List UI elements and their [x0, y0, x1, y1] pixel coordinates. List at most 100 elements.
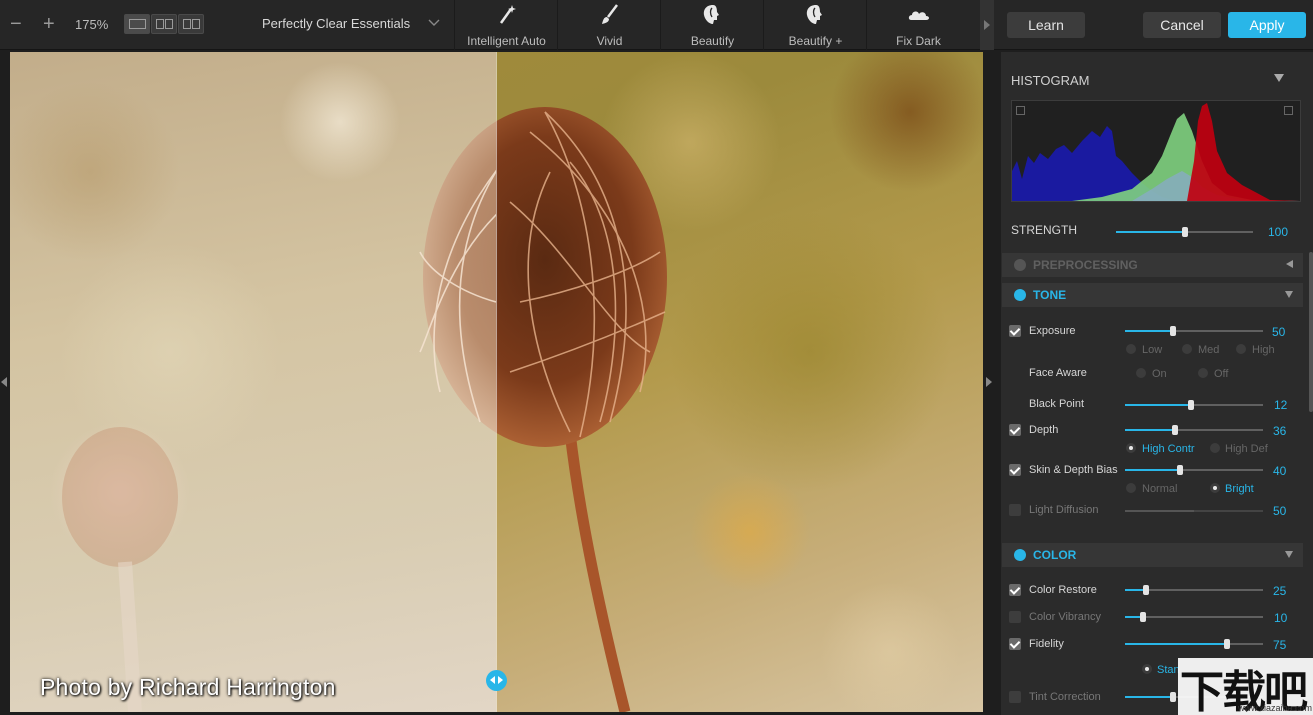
- section-toggle-icon[interactable]: [1014, 259, 1026, 271]
- black-point-slider[interactable]: [1125, 400, 1263, 410]
- face-profile-plus-icon: [806, 5, 822, 24]
- preset-label: Vivid: [596, 34, 623, 48]
- slider-knob[interactable]: [1177, 465, 1184, 475]
- depth-slider[interactable]: [1125, 425, 1263, 435]
- shadow-clipping-toggle[interactable]: [1016, 106, 1025, 115]
- fidelity-label: Fidelity: [1029, 638, 1064, 650]
- apply-button[interactable]: Apply: [1228, 12, 1306, 38]
- light-diffusion-value: 50: [1273, 504, 1287, 518]
- skin-depth-bias-checkbox[interactable]: [1009, 464, 1021, 476]
- color-restore-slider[interactable]: [1125, 585, 1263, 595]
- color-restore-label: Color Restore: [1029, 584, 1097, 596]
- face-aware-on-radio[interactable]: [1136, 368, 1146, 378]
- panel-scrollbar[interactable]: [1309, 252, 1313, 412]
- slider-knob[interactable]: [1170, 692, 1176, 702]
- slider-knob[interactable]: [1142, 585, 1149, 595]
- toolbar-collapse-button[interactable]: [980, 0, 994, 50]
- slider-knob[interactable]: [1139, 612, 1146, 622]
- depth-label: Depth: [1029, 424, 1059, 436]
- learn-button[interactable]: Learn: [1007, 12, 1085, 38]
- top-toolbar: − + 175% Perfectly Clear Essentials Inte…: [0, 0, 1313, 50]
- fidelity-checkbox[interactable]: [1009, 638, 1021, 650]
- exposure-slider[interactable]: [1125, 326, 1263, 336]
- section-toggle-icon[interactable]: [1014, 289, 1026, 301]
- depth-checkbox[interactable]: [1009, 424, 1021, 436]
- depth-high-contr-label: High Contr: [1142, 443, 1195, 455]
- right-panel-toggle-icon[interactable]: [986, 377, 992, 387]
- cloud-icon: [908, 11, 929, 20]
- preprocessing-section-header[interactable]: PREPROCESSING: [1002, 253, 1303, 277]
- tone-title: TONE: [1033, 288, 1067, 302]
- exposure-label: Exposure: [1029, 325, 1076, 337]
- preset-name: Perfectly Clear Essentials: [262, 16, 411, 31]
- collapse-icon: [1285, 291, 1293, 298]
- brush-icon: [602, 4, 618, 24]
- black-point-label: Black Point: [1029, 398, 1085, 410]
- preset-intelligent-auto[interactable]: Intelligent Auto: [454, 0, 558, 50]
- preset-select[interactable]: Perfectly Clear Essentials: [248, 0, 454, 50]
- face-aware-label: Face Aware: [1029, 367, 1087, 379]
- depth-high-contr-radio[interactable]: [1126, 443, 1136, 453]
- slider-knob[interactable]: [1181, 227, 1188, 237]
- preset-beautify-plus[interactable]: Beautify +: [763, 0, 867, 50]
- exposure-low-label: Low: [1142, 344, 1163, 356]
- preset-beautify[interactable]: Beautify: [660, 0, 764, 50]
- photo-canvas[interactable]: Photo by Richard Harrington: [10, 52, 983, 712]
- exposure-checkbox[interactable]: [1009, 325, 1021, 337]
- skin-bright-label: Bright: [1225, 483, 1254, 495]
- watermark: 下载吧 www.xiazaiba.com: [1178, 658, 1313, 715]
- histogram: [1011, 100, 1301, 202]
- preset-label: Intelligent Auto: [467, 34, 546, 48]
- tone-section-header[interactable]: TONE: [1002, 283, 1303, 307]
- histogram-collapse-icon[interactable]: [1274, 74, 1284, 82]
- strength-slider[interactable]: [1116, 227, 1253, 237]
- slider-knob[interactable]: [1170, 326, 1177, 336]
- split-view-button[interactable]: [178, 14, 204, 34]
- color-restore-checkbox[interactable]: [1009, 584, 1021, 596]
- side-by-side-view-button[interactable]: [151, 14, 177, 34]
- color-section-header[interactable]: COLOR: [1002, 543, 1303, 567]
- exposure-high-label: High: [1252, 344, 1275, 356]
- fidelity-slider[interactable]: [1125, 639, 1263, 649]
- preset-label: Fix Dark: [896, 34, 941, 48]
- depth-value: 36: [1273, 424, 1287, 438]
- single-view-button[interactable]: [124, 14, 150, 34]
- color-vibrancy-checkbox[interactable]: [1009, 611, 1021, 623]
- fidelity-standard-label: Stan: [1157, 664, 1180, 676]
- left-panel-toggle-icon[interactable]: [1, 377, 7, 387]
- exposure-med-radio[interactable]: [1182, 344, 1192, 354]
- light-diffusion-checkbox[interactable]: [1009, 504, 1021, 516]
- light-diffusion-label: Light Diffusion: [1029, 504, 1099, 516]
- exposure-value: 50: [1272, 325, 1286, 339]
- exposure-high-radio[interactable]: [1236, 344, 1246, 354]
- face-aware-off-label: Off: [1214, 368, 1229, 380]
- light-diffusion-slider[interactable]: [1125, 510, 1263, 512]
- skin-depth-bias-slider[interactable]: [1125, 465, 1263, 475]
- skin-depth-bias-label: Skin & Depth Bias: [1029, 464, 1118, 476]
- face-aware-off-radio[interactable]: [1198, 368, 1208, 378]
- preset-label: Beautify: [690, 34, 735, 48]
- strength-label: STRENGTH: [1011, 223, 1077, 237]
- slider-knob[interactable]: [1188, 400, 1195, 410]
- exposure-low-radio[interactable]: [1126, 344, 1136, 354]
- skin-normal-radio[interactable]: [1126, 483, 1136, 493]
- split-handle[interactable]: [486, 670, 507, 691]
- slider-knob[interactable]: [1171, 425, 1178, 435]
- split-line[interactable]: [496, 52, 497, 712]
- zoom-in-icon[interactable]: +: [43, 14, 55, 34]
- preset-label: Beautify +: [788, 34, 843, 48]
- preset-vivid[interactable]: Vivid: [557, 0, 661, 50]
- adjustments-panel: HISTOGRAM STRENGTH 100 PREPROCESSING TON…: [1001, 52, 1313, 715]
- tint-correction-checkbox[interactable]: [1009, 691, 1021, 703]
- highlight-clipping-toggle[interactable]: [1284, 106, 1293, 115]
- fidelity-standard-radio[interactable]: [1142, 664, 1152, 674]
- zoom-out-icon[interactable]: −: [10, 14, 22, 34]
- section-toggle-icon[interactable]: [1014, 549, 1026, 561]
- preset-fix-dark[interactable]: Fix Dark: [866, 0, 970, 50]
- tint-correction-label: Tint Correction: [1029, 691, 1101, 703]
- cancel-button[interactable]: Cancel: [1143, 12, 1221, 38]
- depth-high-def-radio[interactable]: [1210, 443, 1220, 453]
- skin-bright-radio[interactable]: [1210, 483, 1220, 493]
- slider-knob[interactable]: [1224, 639, 1231, 649]
- color-vibrancy-slider[interactable]: [1125, 612, 1263, 622]
